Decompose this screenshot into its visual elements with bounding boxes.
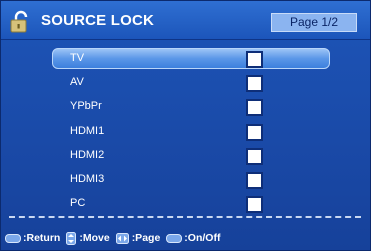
lock-checkbox[interactable] xyxy=(246,123,263,141)
source-row-ypbpr[interactable]: YPbPr xyxy=(52,96,330,120)
onoff-hint: :On/Off xyxy=(160,232,220,244)
page-label: :Page xyxy=(131,232,161,244)
lock-checkbox[interactable] xyxy=(246,75,263,93)
source-lock-screen: SOURCE LOCK Page 1/2 TV AV YPbPr HDMI1 H… xyxy=(0,0,371,251)
page-title: SOURCE LOCK xyxy=(41,12,155,29)
lock-checkbox[interactable] xyxy=(246,171,263,189)
source-list: TV AV YPbPr HDMI1 HDMI2 HDMI3 PC xyxy=(1,48,370,217)
onoff-label: :On/Off xyxy=(184,232,221,244)
move-label: :Move xyxy=(79,232,110,244)
enter-key-icon xyxy=(166,233,183,243)
source-row-pc[interactable]: PC xyxy=(52,193,330,217)
source-row-tv[interactable]: TV xyxy=(52,48,330,72)
source-row-av[interactable]: AV xyxy=(52,72,330,96)
source-row-hdmi2[interactable]: HDMI2 xyxy=(52,145,330,169)
footer-divider xyxy=(9,216,361,218)
source-label: PC xyxy=(70,197,86,210)
left-right-key-icon xyxy=(115,232,129,244)
return-hint: :Return xyxy=(5,232,60,244)
up-down-key-icon xyxy=(66,231,77,245)
source-label: HDMI1 xyxy=(70,124,105,137)
lock-icon xyxy=(10,10,28,33)
source-label: TV xyxy=(70,52,85,64)
return-label: :Return xyxy=(23,232,61,244)
menu-key-icon xyxy=(5,233,21,243)
source-label: YPbPr xyxy=(70,100,102,113)
move-hint: :Move xyxy=(60,231,110,245)
source-label: HDMI3 xyxy=(70,172,105,185)
lock-checkbox[interactable] xyxy=(246,51,263,68)
source-row-hdmi3[interactable]: HDMI3 xyxy=(52,169,330,193)
key-hints: :Return :Move :Page :On/Off xyxy=(5,230,367,246)
page-hint: :Page xyxy=(110,232,161,244)
source-label: HDMI2 xyxy=(70,148,105,161)
lock-checkbox[interactable] xyxy=(246,196,263,214)
menu-header: SOURCE LOCK Page 1/2 xyxy=(1,1,370,40)
page-indicator: Page 1/2 xyxy=(271,13,357,32)
lock-checkbox[interactable] xyxy=(246,99,263,117)
lock-checkbox[interactable] xyxy=(246,147,263,165)
source-label: AV xyxy=(70,76,84,89)
selection-highlight xyxy=(52,48,330,69)
source-row-hdmi1[interactable]: HDMI1 xyxy=(52,121,330,145)
